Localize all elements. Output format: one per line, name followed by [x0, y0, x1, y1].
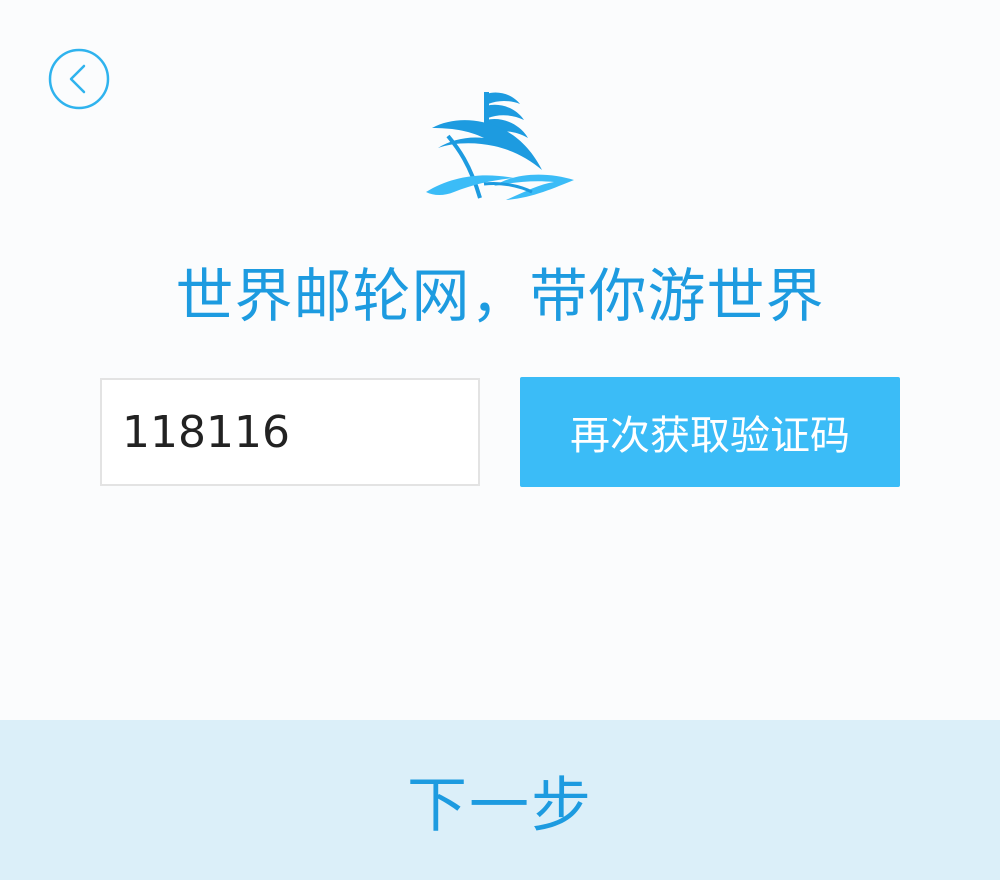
slogan-title: 世界邮轮网，带你游世界 [175, 262, 825, 330]
cruise-ship-logo-icon [426, 92, 574, 200]
brand-logo [424, 88, 576, 206]
verification-page: 世界邮轮网，带你游世界 再次获取验证码 下一步 [0, 0, 1000, 880]
back-button[interactable] [48, 48, 110, 110]
footer-bar: 下一步 [0, 720, 1000, 880]
verification-code-input[interactable] [100, 378, 480, 486]
resend-code-button[interactable]: 再次获取验证码 [520, 377, 900, 487]
next-step-button[interactable]: 下一步 [0, 720, 1000, 880]
chevron-left-circle-icon [48, 48, 110, 110]
